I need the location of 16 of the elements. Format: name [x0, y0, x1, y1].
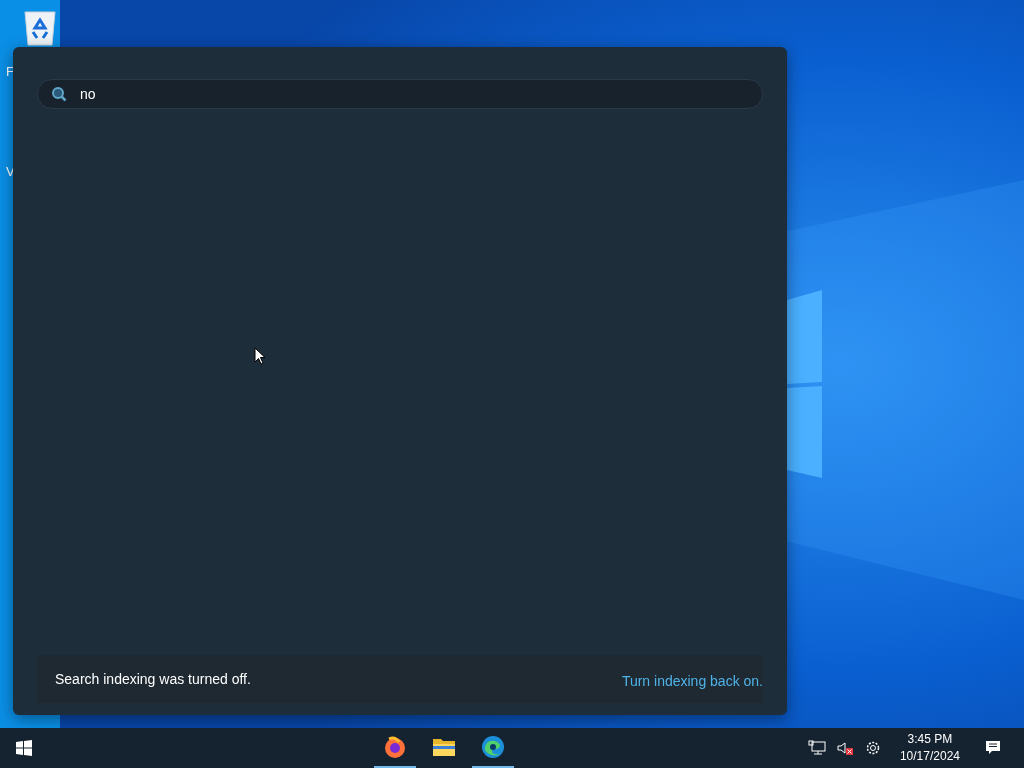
fox-globe-icon [383, 735, 407, 759]
notice-text: Search indexing was turned off. [55, 671, 251, 687]
clock-date: 10/17/2024 [899, 748, 960, 765]
turn-indexing-on-link[interactable]: Turn indexing back on. [621, 673, 763, 689]
notifications-icon[interactable] [984, 740, 1002, 756]
mouse-cursor-icon [254, 347, 266, 365]
search-field[interactable]: no [37, 79, 763, 109]
start-button[interactable] [16, 740, 32, 756]
search-icon [51, 86, 67, 102]
clock[interactable]: 3:45 PM 10/17/2024 [899, 731, 960, 765]
clock-time: 3:45 PM [907, 731, 953, 748]
network-icon[interactable] [807, 740, 826, 756]
browser-swirl-icon [481, 735, 505, 759]
recycle-bin-icon[interactable] [22, 8, 58, 46]
desktop-icon-label: F [6, 65, 14, 79]
speaker-icon[interactable] [835, 740, 854, 756]
